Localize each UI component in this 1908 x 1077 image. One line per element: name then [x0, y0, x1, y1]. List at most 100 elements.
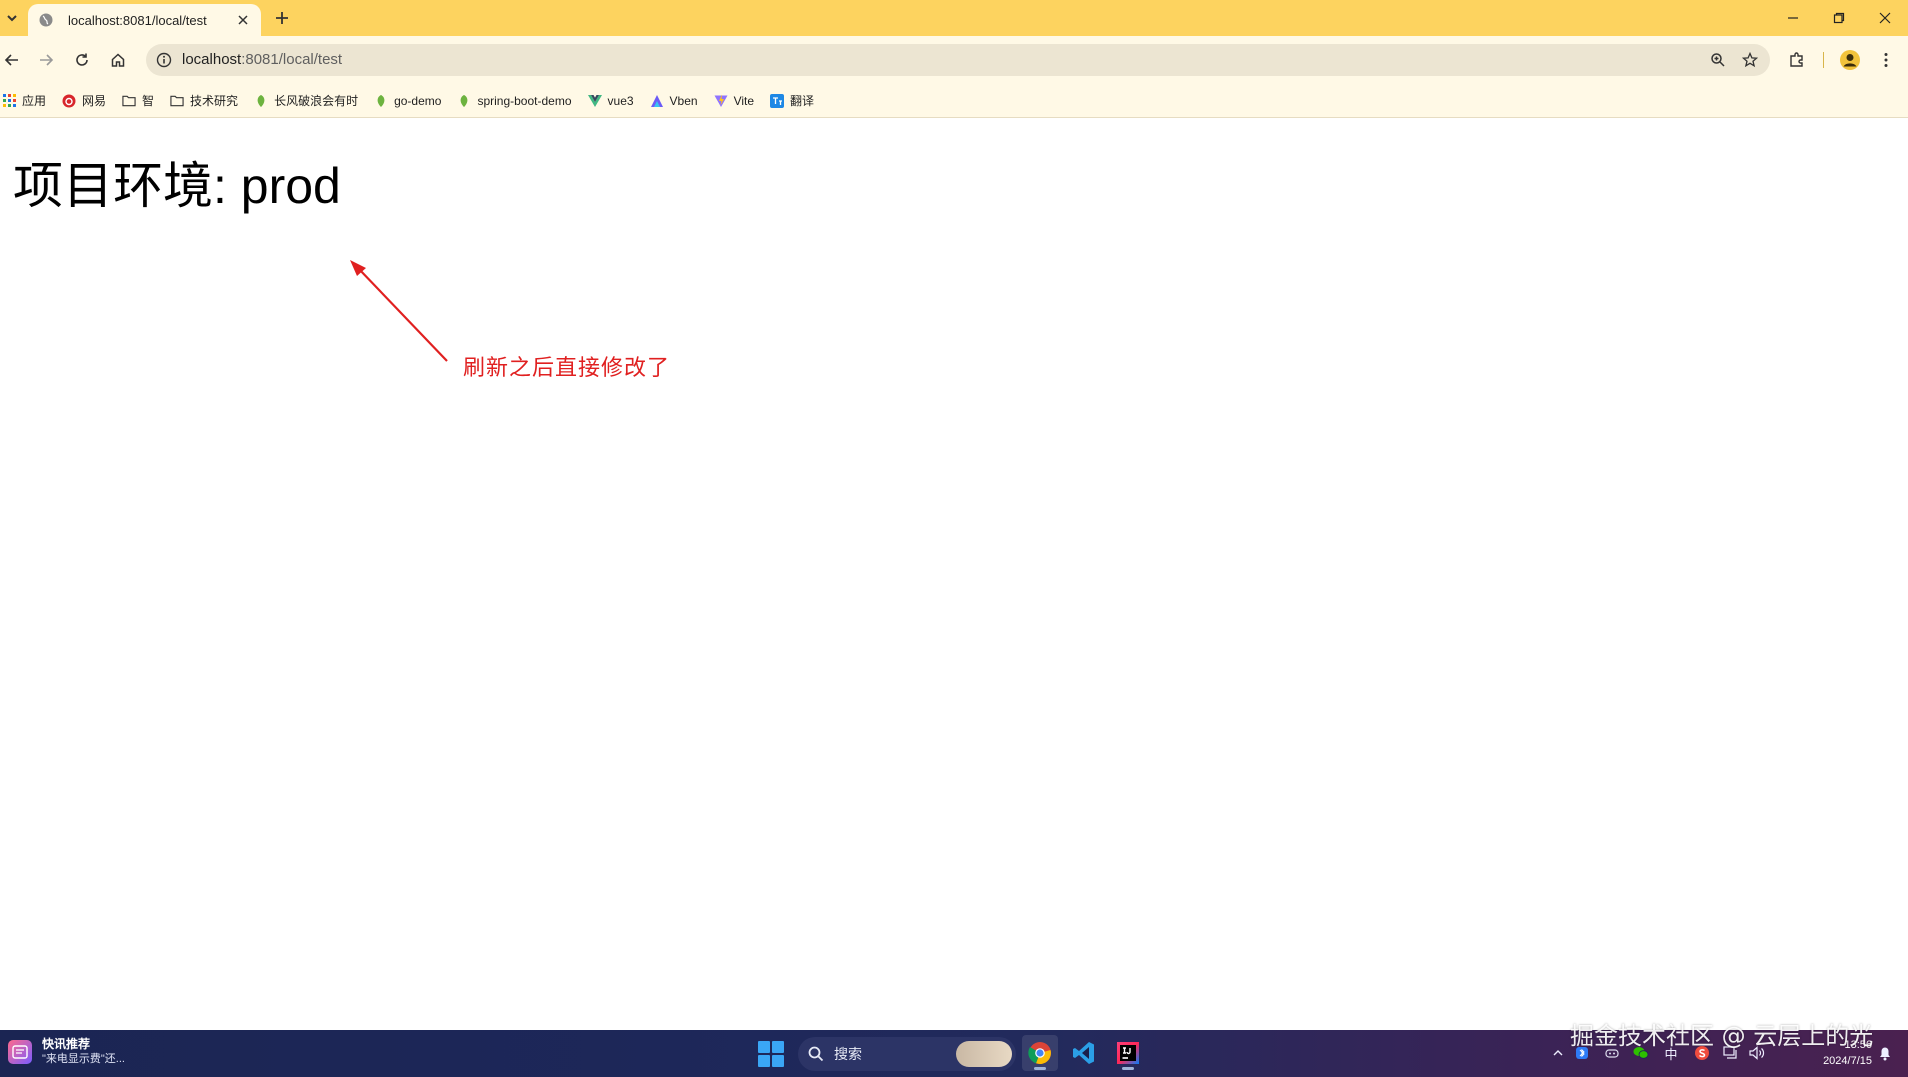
- chrome-icon: [1028, 1042, 1051, 1065]
- leaf-icon: [254, 94, 268, 108]
- taskbar-vscode[interactable]: [1066, 1035, 1102, 1071]
- bookmark-translate[interactable]: 翻译: [770, 88, 822, 114]
- restore-button[interactable]: [1816, 0, 1862, 36]
- news-subtitle: "来电显示费"还...: [42, 1053, 125, 1065]
- windows-logo-tile: [772, 1041, 784, 1053]
- extensions-button[interactable]: [1785, 48, 1809, 72]
- minimize-icon: [1788, 17, 1798, 19]
- kebab-menu-icon: [1884, 53, 1888, 67]
- vben-icon: [650, 94, 664, 108]
- folder-icon: [170, 94, 184, 108]
- page-content: 项目环境: prod 刷新之后直接修改了: [0, 118, 1908, 1030]
- bookmark-label: 智: [142, 94, 155, 108]
- profile-button[interactable]: [1838, 48, 1862, 72]
- active-indicator: [1034, 1067, 1046, 1070]
- start-button[interactable]: [758, 1041, 784, 1067]
- apps-grid-icon: [2, 94, 16, 108]
- search-placeholder: 搜索: [834, 1046, 862, 1062]
- zoom-button[interactable]: [1706, 48, 1730, 72]
- browser-toolbar: localhost:8081/local/test: [0, 36, 1908, 84]
- bookmark-vue3[interactable]: vue3: [587, 88, 642, 114]
- bookmark-star-button[interactable]: [1738, 48, 1762, 72]
- url-text[interactable]: localhost:8081/local/test: [182, 51, 342, 68]
- active-indicator: [1122, 1067, 1134, 1070]
- bookmark-folder-tech[interactable]: 技术研究: [170, 88, 246, 114]
- search-highlight-image: [956, 1041, 1012, 1067]
- search-icon: [808, 1046, 824, 1062]
- taskbar-chrome[interactable]: [1022, 1035, 1058, 1071]
- url-path: :8081/local/test: [241, 51, 343, 68]
- bookmark-label: Vite: [733, 93, 755, 108]
- home-button[interactable]: [106, 48, 130, 72]
- windows-logo-tile: [758, 1055, 770, 1067]
- minimize-button[interactable]: [1770, 0, 1816, 36]
- bookmark-label: 长风破浪会有时: [274, 94, 359, 108]
- bookmark-vite[interactable]: Vite: [714, 88, 762, 114]
- bookmark-go-demo[interactable]: go-demo: [374, 88, 449, 114]
- forward-button[interactable]: [34, 48, 58, 72]
- close-icon: [1879, 12, 1891, 24]
- info-icon[interactable]: [156, 52, 172, 68]
- windows-logo-tile: [758, 1041, 770, 1053]
- star-icon: [1742, 52, 1758, 68]
- close-tab-icon[interactable]: [235, 12, 251, 28]
- tray-overflow-button[interactable]: [1550, 1042, 1566, 1064]
- tab-search-button[interactable]: [2, 6, 22, 30]
- tab-strip: localhost:8081/local/test: [0, 0, 1908, 36]
- address-bar[interactable]: localhost:8081/local/test: [146, 44, 1770, 76]
- bookmark-vben[interactable]: Vben: [650, 88, 706, 114]
- notification-button[interactable]: [1874, 1042, 1896, 1064]
- bookmark-label: vue3: [607, 93, 634, 108]
- globe-icon: [39, 13, 53, 27]
- folder-icon: [122, 94, 136, 108]
- bookmark-label: 翻译: [790, 94, 815, 108]
- close-window-button[interactable]: [1862, 0, 1908, 36]
- chevron-up-icon: [1553, 1050, 1563, 1056]
- arrow-left-icon: [4, 54, 18, 66]
- new-tab-button[interactable]: [272, 8, 292, 28]
- taskbar-search[interactable]: 搜索: [798, 1037, 1016, 1071]
- reload-icon: [76, 53, 88, 66]
- bookmark-label: 技术研究: [190, 94, 239, 108]
- clock-date: 2024/7/15: [1823, 1055, 1872, 1067]
- arrow-right-icon: [40, 54, 54, 66]
- bookmark-label: Vben: [669, 93, 698, 108]
- plus-icon: [276, 12, 288, 24]
- intellij-icon: [1117, 1042, 1139, 1064]
- screen: localhost:8081/local/test localhost:8081…: [0, 0, 1908, 1077]
- zoom-icon: [1711, 53, 1725, 67]
- bookmark-changfeng[interactable]: 长风破浪会有时: [254, 88, 366, 114]
- bookmark-netease[interactable]: 网易: [62, 88, 114, 114]
- leaf-icon: [374, 94, 388, 108]
- bookmarks-bar: 应用 网易 智 技术研究 长风破浪会有时 go-demo spring-boot…: [0, 84, 1908, 118]
- back-button[interactable]: [0, 48, 24, 72]
- watermark: 掘金技术社区 @ 云层上的光: [1570, 1022, 1874, 1050]
- vscode-icon: [1073, 1042, 1094, 1064]
- tab-title: localhost:8081/local/test: [68, 12, 207, 28]
- bookmark-label: 应用: [22, 94, 47, 108]
- vue-icon: [587, 94, 602, 108]
- windows-logo-tile: [772, 1055, 784, 1067]
- leaf-icon: [457, 94, 471, 108]
- taskbar-intellij[interactable]: [1110, 1035, 1146, 1071]
- chevron-down-icon: [7, 15, 17, 22]
- menu-button[interactable]: [1874, 48, 1898, 72]
- url-host: localhost: [182, 51, 242, 68]
- annotation-text: 刷新之后直接修改了: [463, 355, 671, 380]
- browser-tab[interactable]: localhost:8081/local/test: [28, 4, 261, 36]
- reload-button[interactable]: [70, 48, 94, 72]
- bookmark-spring-boot-demo[interactable]: spring-boot-demo: [457, 88, 579, 114]
- bookmark-label: go-demo: [394, 93, 442, 108]
- news-icon: [8, 1039, 32, 1064]
- news-title: 快讯推荐: [42, 1037, 91, 1051]
- netease-icon: [62, 94, 76, 108]
- news-widget[interactable]: 快讯推荐 "来电显示费"还...: [8, 1036, 125, 1067]
- restore-icon: [1833, 12, 1845, 24]
- bookmark-apps[interactable]: 应用: [2, 88, 54, 114]
- vite-icon: [714, 94, 728, 108]
- home-icon: [111, 53, 125, 67]
- translate-icon: [770, 93, 785, 108]
- bookmark-label: 网易: [82, 94, 107, 108]
- bookmark-folder-zhi[interactable]: 智: [122, 88, 162, 114]
- puzzle-icon: [1790, 52, 1803, 67]
